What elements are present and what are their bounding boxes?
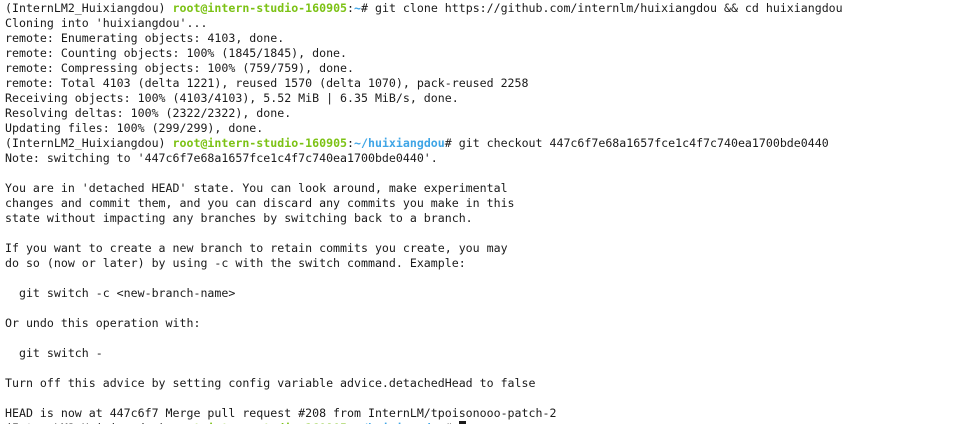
terminal-output-line: remote: Enumerating objects: 4103, done. (5, 31, 285, 45)
prompt-symbol: # (361, 1, 375, 15)
terminal-output-line: HEAD is now at 447c6f7 Merge pull reques… (5, 406, 557, 420)
terminal-output-line: Turn off this advice by setting config v… (5, 376, 536, 390)
terminal-output-line: Or undo this operation with: (5, 316, 201, 330)
prompt-path: ~/huixiangdou (354, 136, 445, 150)
terminal-output-line: If you want to create a new branch to re… (5, 241, 508, 255)
terminal-output-line: Updating files: 100% (299/299), done. (5, 121, 264, 135)
terminal-output-line: git switch - (5, 346, 103, 360)
terminal-output-line: changes and commit them, and you can dis… (5, 196, 515, 210)
terminal-output-line: You are in 'detached HEAD' state. You ca… (5, 181, 508, 195)
prompt-separator: : (347, 136, 355, 150)
terminal-prompt-line: (InternLM2_Huixiangdou) root@intern-stud… (5, 136, 966, 151)
terminal-output-line: state without impacting any branches by … (5, 211, 473, 225)
terminal-output-line: remote: Counting objects: 100% (1845/184… (5, 46, 348, 60)
terminal-output-line: Receiving objects: 100% (4103/4103), 5.5… (5, 91, 459, 105)
terminal-output-line: Resolving deltas: 100% (2322/2322), done… (5, 106, 292, 120)
prompt-user-host: root@intern-studio-160905 (172, 136, 348, 150)
terminal-output-line: git switch -c <new-branch-name> (5, 286, 236, 300)
prompt-path: ~ (354, 1, 362, 15)
prompt-user-host: root@intern-studio-160905 (172, 1, 348, 15)
terminal-output: (InternLM2_Huixiangdou) root@intern-stud… (5, 1, 966, 424)
prompt-env: (InternLM2_Huixiangdou) (5, 1, 173, 15)
terminal-prompt-line: (InternLM2_Huixiangdou) root@intern-stud… (5, 1, 966, 16)
terminal-output-line: Note: switching to '447c6f7e68a1657fce1c… (5, 151, 438, 165)
terminal-window[interactable]: (InternLM2_Huixiangdou) root@intern-stud… (0, 0, 966, 424)
prompt-command: git checkout 447c6f7e68a1657fce1c4f7c740… (458, 136, 829, 150)
terminal-output-line: Cloning into 'huixiangdou'... (5, 16, 208, 30)
prompt-symbol: # (444, 136, 459, 150)
prompt-command: git clone https://github.com/internlm/hu… (374, 1, 843, 15)
prompt-env: (InternLM2_Huixiangdou) (5, 136, 173, 150)
terminal-output-line: do so (now or later) by using -c with th… (5, 256, 466, 270)
prompt-separator: : (347, 1, 355, 15)
terminal-output-line: remote: Compressing objects: 100% (759/7… (5, 61, 355, 75)
terminal-output-line: remote: Total 4103 (delta 1221), reused … (5, 76, 529, 90)
